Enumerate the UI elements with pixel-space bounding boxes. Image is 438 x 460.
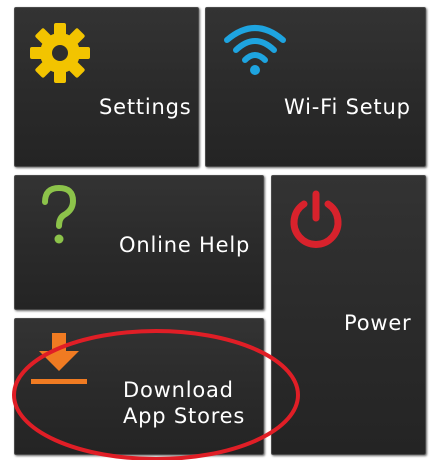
download-app-stores-label: Download App Stores — [123, 377, 245, 429]
settings-label: Settings — [99, 95, 192, 119]
wifi-setup-tile[interactable]: Wi-Fi Setup — [205, 7, 426, 167]
download-label-line1: Download — [123, 378, 234, 402]
online-help-tile[interactable]: Online Help — [14, 175, 264, 310]
download-icon — [29, 329, 91, 391]
wifi-setup-label: Wi-Fi Setup — [284, 95, 411, 119]
power-tile[interactable]: Power — [271, 175, 426, 455]
online-help-label: Online Help — [119, 233, 251, 257]
gear-icon — [29, 22, 91, 84]
question-mark-icon — [37, 184, 81, 248]
power-icon — [284, 188, 348, 252]
download-label-line2: App Stores — [123, 404, 246, 428]
wifi-icon — [222, 20, 288, 76]
download-app-stores-tile[interactable]: Download App Stores — [14, 318, 264, 455]
settings-tile[interactable]: Settings — [14, 7, 199, 167]
power-label: Power — [344, 311, 412, 335]
